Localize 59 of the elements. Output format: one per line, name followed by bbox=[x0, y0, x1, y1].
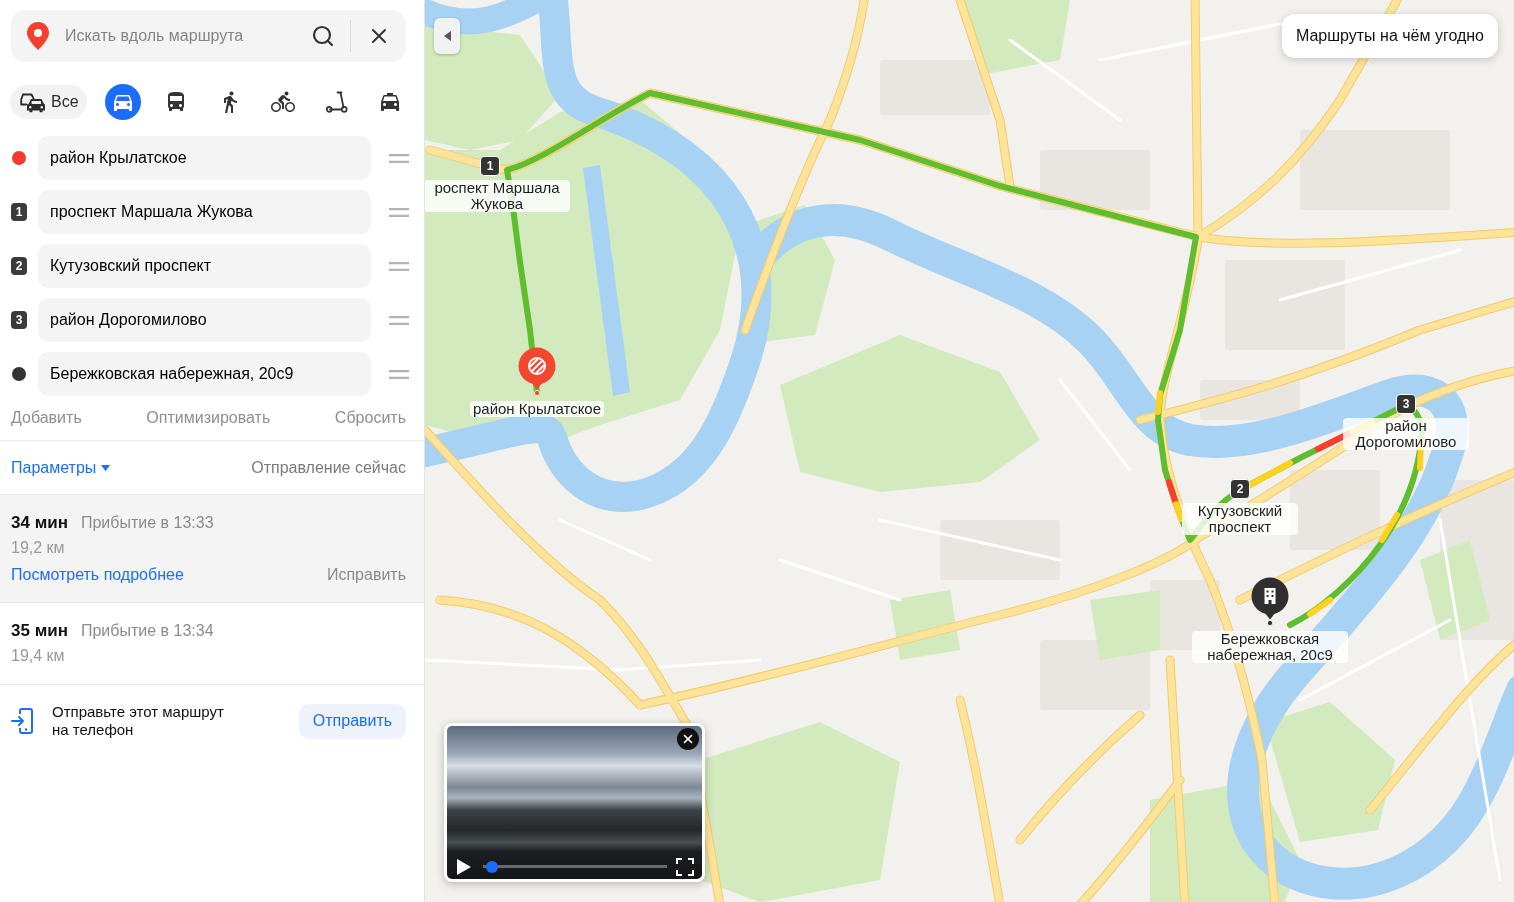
two-cars-icon bbox=[19, 91, 47, 113]
waypoint-number[interactable]: 2 bbox=[1230, 479, 1250, 499]
drag-handle-icon[interactable] bbox=[388, 207, 410, 217]
route-option[interactable]: 34 мин Прибытие в 13:33 19,2 км Посмотреть подробнее Исправить bbox=[0, 495, 424, 603]
waypoint-field[interactable]: Бережковская набережная, 20с9 bbox=[38, 352, 371, 396]
waypoint-number: 1 bbox=[11, 203, 27, 221]
waypoint-number[interactable]: 1 bbox=[480, 156, 500, 176]
pin-icon bbox=[27, 22, 49, 50]
waypoint-field[interactable]: район Дорогомилово bbox=[38, 298, 371, 342]
waypoint-number: 3 bbox=[11, 311, 27, 329]
taxi-icon bbox=[378, 90, 402, 114]
drag-handle-icon[interactable] bbox=[388, 369, 410, 379]
arrival-time: Прибытие в 13:34 bbox=[80, 622, 214, 640]
waypoint-field[interactable]: Кутузовский проспект bbox=[38, 244, 371, 288]
send-to-phone-text: Отправьте этот маршрут на телефон bbox=[52, 703, 225, 739]
place-label: роспект Маршала Жукова bbox=[425, 180, 570, 212]
arrival-time: Прибытие в 13:33 bbox=[80, 514, 214, 532]
fullscreen-button[interactable] bbox=[676, 858, 694, 876]
waypoint-number: 2 bbox=[11, 257, 27, 275]
waypoint-field[interactable]: район Крылатское bbox=[38, 136, 371, 180]
place-label: Бережковская набережная, 20с9 bbox=[1192, 631, 1348, 663]
drag-handle-icon[interactable] bbox=[388, 153, 410, 163]
details-link[interactable]: Посмотреть подробнее bbox=[11, 566, 184, 584]
close-icon bbox=[681, 732, 695, 746]
place-label: район Дорогомилово bbox=[1343, 418, 1469, 450]
dot-icon bbox=[12, 151, 26, 165]
route-distance: 19,4 км bbox=[11, 646, 65, 666]
drag-handle-icon[interactable] bbox=[388, 261, 410, 271]
fullscreen-icon bbox=[676, 858, 694, 876]
waypoint-number[interactable]: 3 bbox=[1396, 394, 1416, 414]
place-label: район Крылатское bbox=[469, 401, 605, 417]
collapse-panel-button[interactable] bbox=[434, 18, 460, 54]
place-label: Кутузовский проспект bbox=[1182, 503, 1298, 535]
close-button[interactable] bbox=[677, 728, 699, 750]
waypoint-field[interactable]: проспект Маршала Жукова bbox=[38, 190, 371, 234]
scooter-icon bbox=[324, 91, 349, 113]
progress-thumb[interactable] bbox=[486, 861, 499, 873]
bicycle-icon bbox=[271, 90, 295, 114]
send-button[interactable]: Отправить bbox=[299, 703, 406, 739]
route-duration: 34 мин bbox=[11, 513, 68, 533]
transport-mode-button[interactable]: Все bbox=[10, 85, 87, 119]
route-distance: 19,2 км bbox=[11, 538, 65, 558]
search-field[interactable]: Искать вдоль маршрута bbox=[65, 22, 310, 50]
search-bar[interactable]: Искать вдоль маршрута bbox=[11, 10, 406, 62]
route-duration: 35 мин bbox=[11, 621, 68, 641]
departure-time: Отправление сейчас bbox=[251, 458, 406, 477]
play-icon bbox=[457, 859, 471, 875]
caret-icon bbox=[101, 464, 111, 471]
caret-left-icon bbox=[443, 31, 451, 41]
phone-arrow-icon bbox=[11, 708, 33, 734]
routes-promo-button[interactable]: Маршруты на чём угодно bbox=[1281, 14, 1498, 58]
pin-icon[interactable] bbox=[517, 346, 557, 396]
dot-icon bbox=[12, 367, 26, 381]
play-button[interactable] bbox=[455, 857, 473, 877]
search-icon bbox=[311, 24, 335, 48]
drag-handle-icon[interactable] bbox=[388, 315, 410, 325]
parameters-link[interactable]: Параметры bbox=[11, 458, 111, 477]
map-drawing[interactable] bbox=[425, 0, 1514, 902]
building-pin-icon[interactable] bbox=[1250, 576, 1290, 626]
